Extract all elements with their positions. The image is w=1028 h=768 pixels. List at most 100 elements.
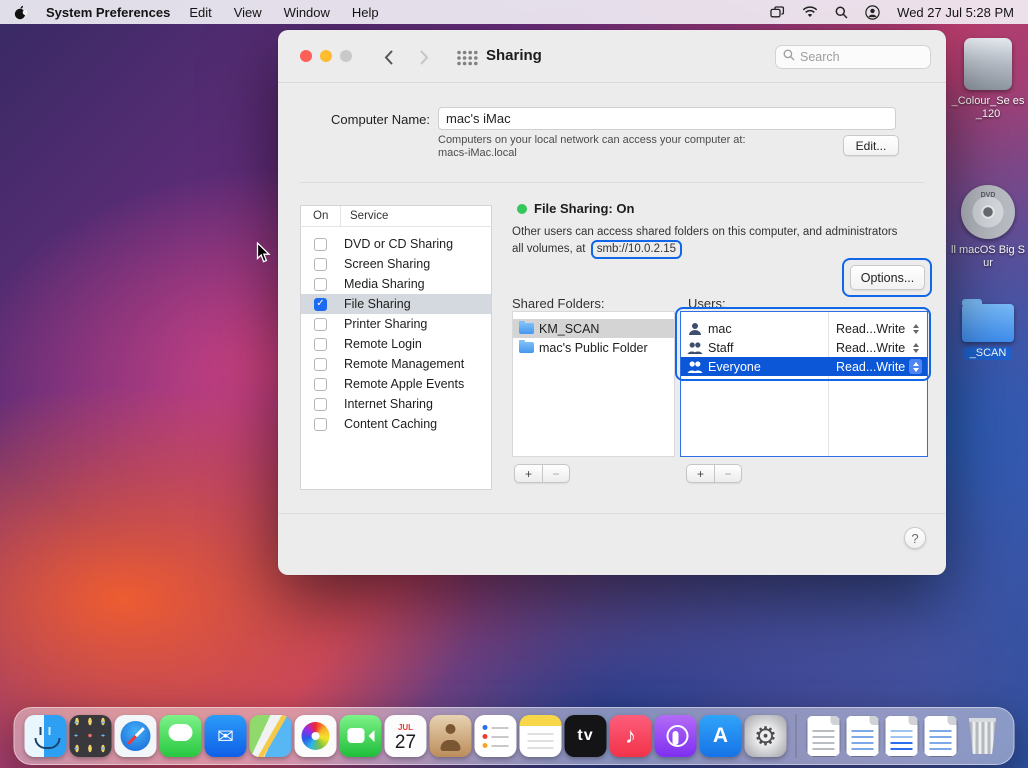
search-input[interactable]	[800, 50, 923, 64]
document-stack-icon-1[interactable]	[845, 715, 881, 757]
wifi-icon[interactable]	[802, 6, 818, 18]
service-row[interactable]: Screen Sharing	[301, 254, 491, 274]
user-row[interactable]: Staff Read...Write	[681, 338, 927, 357]
desktop: System Preferences Edit View Window Help We…	[0, 0, 1028, 768]
menu-clock[interactable]: Wed 27 Jul 5:28 PM	[897, 5, 1014, 20]
service-label: DVD or CD Sharing	[344, 237, 453, 251]
document-stack-icon-3[interactable]	[923, 715, 959, 757]
shared-folder-row[interactable]: mac's Public Folder	[513, 338, 674, 357]
service-checkbox[interactable]	[314, 398, 327, 411]
menu-item[interactable]: Help	[352, 5, 379, 20]
service-checkbox[interactable]	[314, 418, 327, 431]
service-checkbox[interactable]	[314, 238, 327, 251]
description-line2: all volumes, at	[512, 243, 586, 255]
close-button[interactable]	[300, 50, 312, 62]
edit-button[interactable]: Edit...	[843, 135, 899, 156]
app-store-dock-icon[interactable]: A	[700, 715, 742, 757]
minimize-button[interactable]	[320, 50, 332, 62]
desktop-icon[interactable]: DVD ll macOS Big Sur	[942, 185, 1028, 270]
menu-app-name[interactable]: System Preferences	[46, 5, 170, 20]
forward-button[interactable]	[414, 47, 434, 67]
search-field[interactable]	[775, 45, 931, 69]
document-stack-icon-2[interactable]	[884, 715, 920, 757]
permission-stepper[interactable]	[909, 321, 922, 336]
computer-name-input[interactable]	[438, 107, 896, 130]
menu-items: Edit View Window Help	[189, 5, 378, 20]
document-dock-icon[interactable]	[806, 715, 842, 757]
service-checkbox[interactable]	[314, 318, 327, 331]
service-row[interactable]: Media Sharing	[301, 274, 491, 294]
service-label: File Sharing	[344, 297, 411, 311]
desktop-icon[interactable]: _SCAN	[942, 296, 1028, 360]
music-dock-icon[interactable]: ♪	[610, 715, 652, 757]
service-checkbox[interactable]	[314, 378, 327, 391]
shared-folder-row[interactable]: KM_SCAN	[513, 319, 674, 338]
desktop-icon[interactable]: _Colour_Se es_120	[942, 38, 1028, 121]
tv-dock-icon[interactable]: tv	[565, 715, 607, 757]
permission-stepper[interactable]	[909, 340, 922, 355]
user-permission: Read...Write	[836, 360, 905, 374]
launchpad-dock-icon[interactable]	[70, 715, 112, 757]
remove-folder-button[interactable]: −	[542, 465, 569, 482]
user-name: Everyone	[708, 360, 827, 374]
facetime-dock-icon[interactable]	[340, 715, 382, 757]
service-row[interactable]: Remote Apple Events	[301, 374, 491, 394]
hint-line1: Computers on your local network can acce…	[438, 134, 746, 146]
podcasts-dock-icon[interactable]	[655, 715, 697, 757]
service-row[interactable]: Internet Sharing	[301, 394, 491, 414]
gear-icon: ⚙	[754, 721, 777, 752]
zoom-button[interactable]	[340, 50, 352, 62]
user-icon	[687, 360, 703, 374]
apple-menu-icon[interactable]	[14, 5, 27, 20]
shared-folders-list: KM_SCAN mac's Public Folder	[512, 311, 675, 457]
service-label: Remote Apple Events	[344, 377, 464, 391]
folder-icon	[519, 323, 534, 334]
service-row[interactable]: DVD or CD Sharing	[301, 234, 491, 254]
mail-dock-icon[interactable]: ✉	[205, 715, 247, 757]
service-label: Internet Sharing	[344, 397, 433, 411]
computer-name-label: Computer Name:	[278, 112, 430, 127]
help-button[interactable]: ?	[904, 527, 926, 549]
notes-dock-icon[interactable]	[520, 715, 562, 757]
system-preferences-dock-icon[interactable]: ⚙	[745, 715, 787, 757]
user-permission: Read...Write	[836, 322, 905, 336]
trash-dock-icon[interactable]	[962, 715, 1004, 757]
menu-item[interactable]: Edit	[189, 5, 211, 20]
service-checkbox[interactable]	[314, 278, 327, 291]
show-all-grid-icon[interactable]	[456, 50, 478, 71]
spotlight-icon[interactable]	[835, 6, 848, 19]
photos-dock-icon[interactable]	[295, 715, 337, 757]
user-name: mac	[708, 322, 827, 336]
service-checkbox[interactable]	[314, 258, 327, 271]
service-row[interactable]: Printer Sharing	[301, 314, 491, 334]
service-checkbox[interactable]	[314, 298, 327, 311]
calendar-dock-icon[interactable]: JUL 27	[385, 715, 427, 757]
messages-dock-icon[interactable]	[160, 715, 202, 757]
safari-dock-icon[interactable]	[115, 715, 157, 757]
remove-user-button[interactable]: −	[714, 465, 741, 482]
maps-dock-icon[interactable]	[250, 715, 292, 757]
contacts-dock-icon[interactable]	[430, 715, 472, 757]
back-button[interactable]	[378, 47, 398, 67]
service-checkbox[interactable]	[314, 338, 327, 351]
add-folder-button[interactable]: +	[515, 465, 542, 482]
user-row[interactable]: Everyone Read...Write	[681, 357, 927, 376]
service-row[interactable]: Remote Login	[301, 334, 491, 354]
hint-line2: macs-iMac.local	[438, 147, 517, 159]
service-row[interactable]: File Sharing	[301, 294, 491, 314]
service-checkbox[interactable]	[314, 358, 327, 371]
service-row[interactable]: Content Caching	[301, 414, 491, 434]
reminders-dock-icon[interactable]	[475, 715, 517, 757]
user-row[interactable]: mac Read...Write	[681, 319, 927, 338]
add-user-button[interactable]: +	[687, 465, 714, 482]
service-row[interactable]: Remote Management	[301, 354, 491, 374]
user-icon	[687, 341, 703, 355]
menu-item[interactable]: Window	[284, 5, 330, 20]
menu-item[interactable]: View	[234, 5, 262, 20]
user-menu-icon[interactable]	[865, 5, 880, 20]
permission-stepper[interactable]	[909, 359, 922, 374]
finder-dock-icon[interactable]	[25, 715, 67, 757]
options-button[interactable]: Options...	[850, 265, 925, 290]
services-header: On Service	[301, 206, 491, 227]
window-stack-icon[interactable]	[770, 6, 785, 18]
